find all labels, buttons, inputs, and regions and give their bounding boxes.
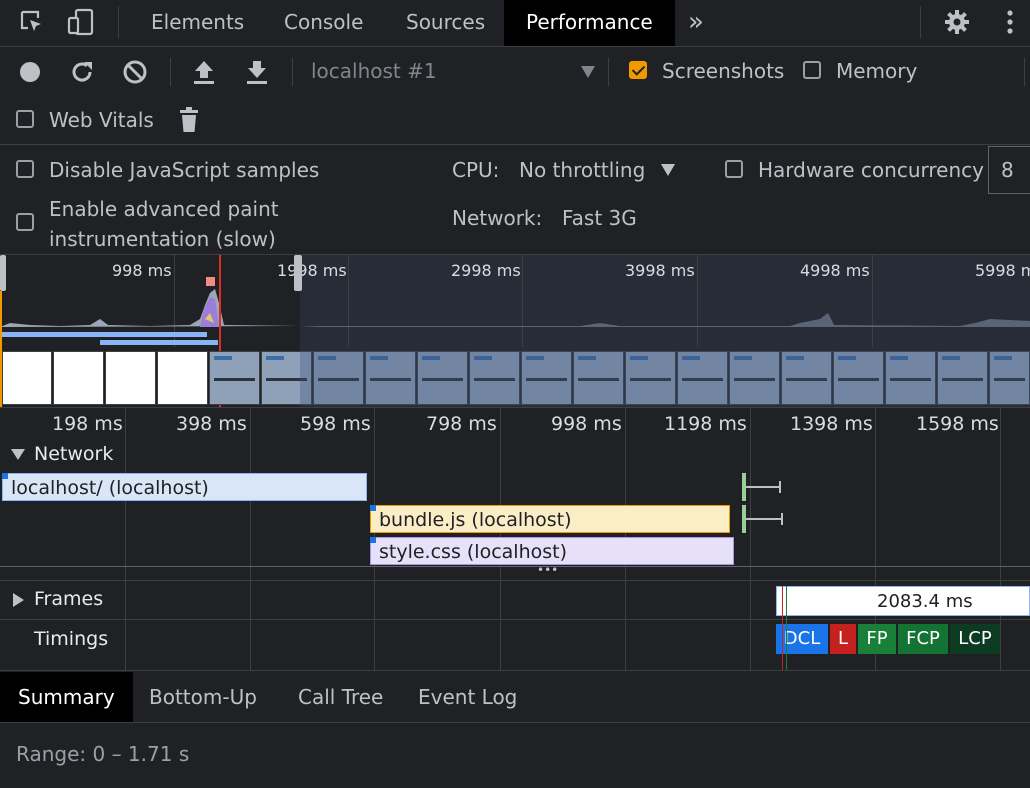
timing-marker-lcp[interactable]: LCP <box>950 624 1000 654</box>
cpu-throttling-select[interactable]: No throttling <box>519 158 645 182</box>
more-tabs-button[interactable]: » <box>688 0 704 46</box>
advanced-paint-label-line2: instrumentation (slow) <box>49 227 276 251</box>
web-vitals-label: Web Vitals <box>49 108 154 132</box>
network-request-label: style.css (localhost) <box>379 541 567 563</box>
timings-track-title: Timings <box>34 628 109 650</box>
reload-icon[interactable] <box>68 58 96 86</box>
network-expand-arrow-icon[interactable] <box>11 449 25 460</box>
tab-call-tree[interactable]: Call Tree <box>298 672 383 722</box>
screenshots-label: Screenshots <box>662 59 785 83</box>
filmstrip-frame[interactable] <box>53 351 104 405</box>
filmstrip-selection-overlay <box>300 351 1030 405</box>
network-request-label: localhost/ (localhost) <box>11 477 209 499</box>
filmstrip-frame[interactable] <box>2 351 52 405</box>
frame-duration: 2083.4 ms <box>877 591 973 612</box>
tab-console[interactable]: Console <box>284 0 363 46</box>
trash-icon[interactable] <box>176 106 202 134</box>
screenshots-checkbox[interactable] <box>629 61 647 79</box>
filmstrip-frame[interactable] <box>105 351 156 405</box>
ruler-tick: 1198 ms <box>664 413 747 435</box>
summary-range: Range: 0 – 1.71 s <box>16 742 190 766</box>
frame-block[interactable]: 2083.4 ms <box>776 586 1030 616</box>
disable-js-samples-label: Disable JavaScript samples <box>49 158 320 182</box>
timing-marker-dcl[interactable]: DCL <box>776 624 828 654</box>
tab-elements[interactable]: Elements <box>151 0 244 46</box>
filmstrip-frame[interactable] <box>157 351 208 405</box>
hardware-concurrency-checkbox[interactable] <box>725 160 743 178</box>
timing-line <box>786 586 787 670</box>
target-select[interactable]: localhost #1 <box>311 59 437 83</box>
memory-label: Memory <box>836 59 918 83</box>
overview-right-handle[interactable] <box>294 255 302 291</box>
tab-summary[interactable]: Summary <box>0 672 133 722</box>
ruler-tick: 998 ms <box>551 413 622 435</box>
memory-checkbox[interactable] <box>803 61 821 79</box>
cpu-dropdown-arrow-icon[interactable] <box>661 164 675 176</box>
network-request-bar[interactable]: localhost/ (localhost) <box>2 473 367 501</box>
timing-marker-fp[interactable]: FP <box>858 624 896 654</box>
tab-event-log[interactable]: Event Log <box>418 672 517 722</box>
target-dropdown-arrow-icon[interactable] <box>581 66 595 78</box>
network-request-bar[interactable]: style.css (localhost) <box>370 537 734 565</box>
timing-marker-l[interactable]: L <box>830 624 856 654</box>
cpu-label: CPU: <box>452 158 500 182</box>
disable-js-samples-checkbox[interactable] <box>16 160 34 178</box>
ruler-tick: 598 ms <box>300 413 371 435</box>
advanced-paint-checkbox[interactable] <box>16 213 34 231</box>
network-request-label: bundle.js (localhost) <box>379 509 572 531</box>
hardware-concurrency-input[interactable]: 8 <box>988 146 1030 194</box>
device-toolbar-icon[interactable] <box>64 6 98 38</box>
network-throttling-select[interactable]: Fast 3G <box>562 206 637 230</box>
tab-sources[interactable]: Sources <box>406 0 485 46</box>
advanced-paint-label: Enable advanced paint <box>49 197 279 221</box>
download-icon[interactable] <box>243 58 271 86</box>
tab-bottom-up[interactable]: Bottom-Up <box>149 672 257 722</box>
record-icon[interactable] <box>16 58 44 86</box>
frames-track-title[interactable]: Frames <box>34 588 103 610</box>
overview-net-bar <box>0 332 207 337</box>
web-vitals-checkbox[interactable] <box>16 110 34 128</box>
timing-marker-fcp[interactable]: FCP <box>898 624 948 654</box>
inspect-element-icon[interactable] <box>16 6 48 38</box>
upload-icon[interactable] <box>190 58 218 86</box>
ruler-tick: 798 ms <box>426 413 497 435</box>
ruler-tick: 198 ms <box>52 413 123 435</box>
clear-icon[interactable] <box>121 58 149 86</box>
overview-left-handle[interactable] <box>0 255 6 291</box>
tab-performance[interactable]: Performance <box>504 0 675 46</box>
filmstrip-frame[interactable] <box>209 351 260 405</box>
kebab-menu-icon[interactable] <box>998 6 1022 38</box>
overview-red-marker <box>206 277 215 286</box>
timing-line <box>782 586 783 670</box>
ruler-tick: 398 ms <box>176 413 247 435</box>
ruler-tick: 1398 ms <box>790 413 873 435</box>
network-track-title[interactable]: Network <box>34 443 113 465</box>
cpu-activity-graph <box>0 289 1030 327</box>
network-label: Network: <box>452 206 543 230</box>
resize-handle-dots-icon[interactable]: ••• <box>537 564 558 576</box>
network-request-bar[interactable]: bundle.js (localhost) <box>370 505 730 533</box>
ruler-tick: 1598 ms <box>916 413 999 435</box>
gear-icon[interactable] <box>940 6 974 38</box>
hardware-concurrency-label: Hardware concurrency <box>758 158 984 182</box>
overview-net-bar <box>100 340 218 345</box>
frames-expand-arrow-icon[interactable] <box>13 593 24 607</box>
